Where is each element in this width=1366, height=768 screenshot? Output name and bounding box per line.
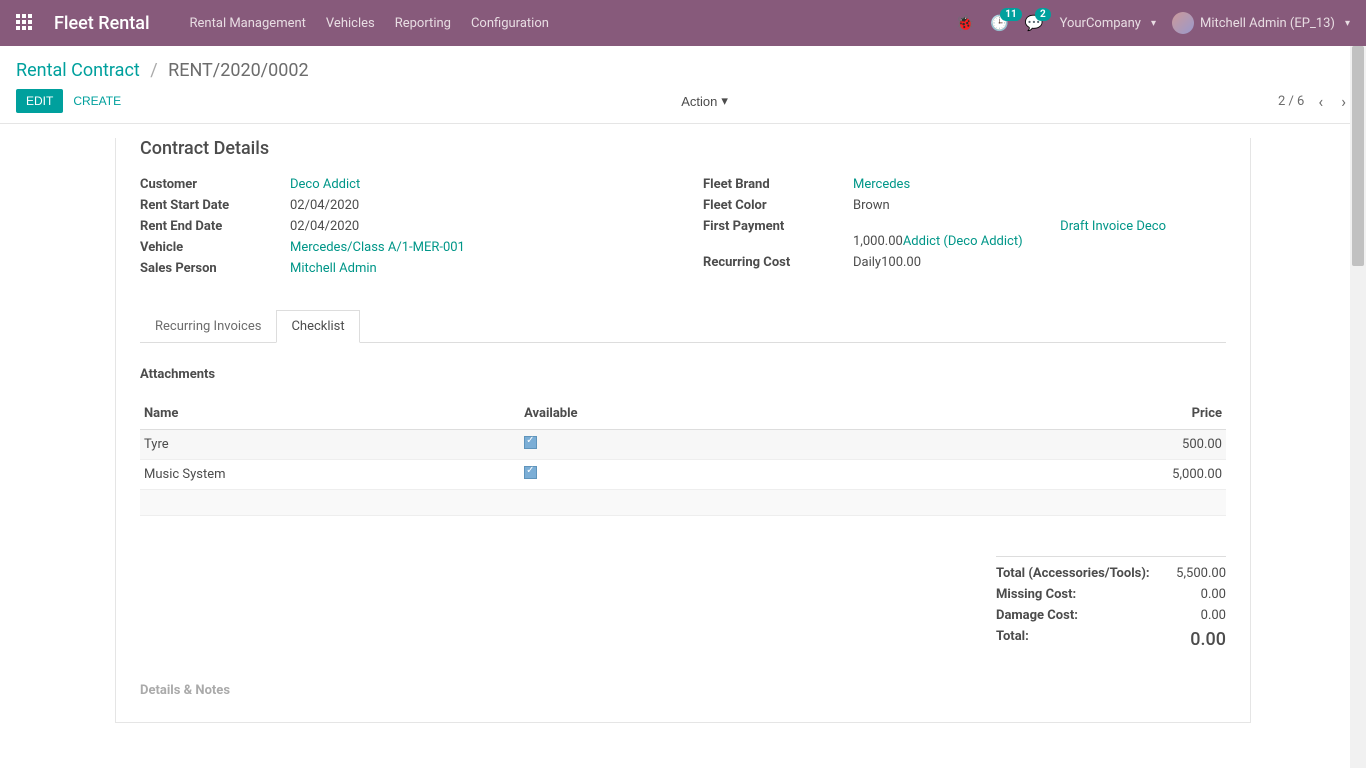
recurring-cost-label: Recurring Cost xyxy=(703,255,853,270)
pager-text: 2 / 6 xyxy=(1278,94,1304,109)
left-column: Customer Deco Addict Rent Start Date 02/… xyxy=(140,177,663,282)
pager-prev-icon[interactable]: ‹ xyxy=(1314,92,1327,111)
controls-row: EDIT CREATE Action ▾ 2 / 6 ‹ › xyxy=(0,89,1366,124)
cell-available xyxy=(520,460,1009,490)
rent-end-value: 02/04/2020 xyxy=(290,219,359,234)
brand[interactable]: Fleet Rental xyxy=(54,13,150,34)
fleet-color-label: Fleet Color xyxy=(703,198,853,213)
total-accessories-label: Total (Accessories/Tools): xyxy=(996,566,1150,581)
customer-label: Customer xyxy=(140,177,290,192)
apps-icon[interactable] xyxy=(16,14,34,32)
nav-menu: Rental Management Vehicles Reporting Con… xyxy=(190,16,549,31)
table-row[interactable]: Tyre 500.00 xyxy=(140,430,1226,460)
user-menu[interactable]: Mitchell Admin (EP_13) xyxy=(1172,12,1350,34)
rent-end-label: Rent End Date xyxy=(140,219,290,234)
attachments-section: Attachments Name Available Price Tyre 50… xyxy=(140,367,1226,698)
first-payment-amount: 1,000.00 xyxy=(853,234,903,249)
cell-name: Tyre xyxy=(140,430,520,460)
sales-person-value[interactable]: Mitchell Admin xyxy=(290,261,377,276)
breadcrumb-current: RENT/2020/0002 xyxy=(168,60,308,81)
vehicle-value[interactable]: Mercedes/Class A/1-MER-001 xyxy=(290,240,465,255)
first-payment-invoice-link[interactable]: Draft Invoice xyxy=(1060,219,1136,234)
caret-down-icon: ▾ xyxy=(721,93,728,109)
empty-stripe xyxy=(140,490,1226,516)
details-notes[interactable]: Details & Notes xyxy=(140,683,1226,698)
fleet-color-value: Brown xyxy=(853,198,890,213)
checkbox-icon xyxy=(524,436,537,449)
scrollbar-thumb[interactable] xyxy=(1352,46,1364,266)
bug-icon[interactable]: 🐞 xyxy=(956,14,975,32)
topbar: Fleet Rental Rental Management Vehicles … xyxy=(0,0,1366,46)
grand-total-label: Total: xyxy=(996,629,1029,650)
nav-vehicles[interactable]: Vehicles xyxy=(326,16,375,31)
tab-recurring-invoices[interactable]: Recurring Invoices xyxy=(140,310,276,342)
checkbox-icon xyxy=(524,466,537,479)
recurring-cost-value: Daily100.00 xyxy=(853,255,921,270)
damage-cost-value: 0.00 xyxy=(1201,608,1226,623)
totals: Total (Accessories/Tools): 5,500.00 Missi… xyxy=(140,556,1226,653)
nav-rental-management[interactable]: Rental Management xyxy=(190,16,306,31)
missing-cost-value: 0.00 xyxy=(1201,587,1226,602)
col-price: Price xyxy=(1009,398,1226,430)
first-payment-label: First Payment xyxy=(703,219,853,234)
sales-person-label: Sales Person xyxy=(140,261,290,276)
form-sheet: Contract Details Customer Deco Addict Re… xyxy=(115,138,1251,723)
first-payment-partner-link-b[interactable]: Addict (Deco Addict) xyxy=(903,234,1023,249)
breadcrumb-root[interactable]: Rental Contract xyxy=(16,60,140,81)
avatar xyxy=(1172,12,1194,34)
attachments-table: Name Available Price Tyre 500.00 Music S… xyxy=(140,398,1226,516)
create-button[interactable]: CREATE xyxy=(63,89,131,113)
customer-value[interactable]: Deco Addict xyxy=(290,177,360,192)
attachments-title: Attachments xyxy=(140,367,1226,382)
activity-badge: 11 xyxy=(1000,8,1021,21)
breadcrumb-sep: / xyxy=(150,60,157,81)
fleet-brand-value[interactable]: Mercedes xyxy=(853,177,910,192)
company-switcher[interactable]: YourCompany xyxy=(1060,16,1156,31)
pager: 2 / 6 ‹ › xyxy=(1278,92,1350,111)
cell-price: 5,000.00 xyxy=(1009,460,1226,490)
pager-next-icon[interactable]: › xyxy=(1337,92,1350,111)
right-column: Fleet Brand Mercedes Fleet Color Brown F… xyxy=(703,177,1226,282)
activity-icon[interactable]: 🕒11 xyxy=(990,14,1009,32)
first-payment-partner-link-a[interactable]: Deco xyxy=(1136,219,1166,234)
cell-name: Music System xyxy=(140,460,520,490)
nav-reporting[interactable]: Reporting xyxy=(395,16,451,31)
cell-available xyxy=(520,430,1009,460)
breadcrumb: Rental Contract / RENT/2020/0002 xyxy=(0,46,1366,89)
action-dropdown[interactable]: Action ▾ xyxy=(681,93,728,109)
missing-cost-label: Missing Cost: xyxy=(996,587,1076,602)
col-name: Name xyxy=(140,398,520,430)
discuss-icon[interactable]: 💬2 xyxy=(1025,14,1044,32)
cell-price: 500.00 xyxy=(1009,430,1226,460)
nav-configuration[interactable]: Configuration xyxy=(471,16,549,31)
fleet-brand-label: Fleet Brand xyxy=(703,177,853,192)
col-available: Available xyxy=(520,398,1009,430)
user-name: Mitchell Admin (EP_13) xyxy=(1200,16,1335,31)
damage-cost-label: Damage Cost: xyxy=(996,608,1078,623)
section-title: Contract Details xyxy=(140,138,1226,159)
tab-checklist[interactable]: Checklist xyxy=(276,310,359,343)
rent-start-value: 02/04/2020 xyxy=(290,198,359,213)
vehicle-label: Vehicle xyxy=(140,240,290,255)
total-accessories-value: 5,500.00 xyxy=(1176,566,1226,581)
tabs: Recurring Invoices Checklist xyxy=(140,310,1226,343)
scrollbar-track[interactable] xyxy=(1350,46,1366,768)
discuss-badge: 2 xyxy=(1035,8,1051,21)
table-row[interactable]: Music System 5,000.00 xyxy=(140,460,1226,490)
grand-total-value: 0.00 xyxy=(1190,629,1226,650)
edit-button[interactable]: EDIT xyxy=(16,89,63,113)
rent-start-label: Rent Start Date xyxy=(140,198,290,213)
